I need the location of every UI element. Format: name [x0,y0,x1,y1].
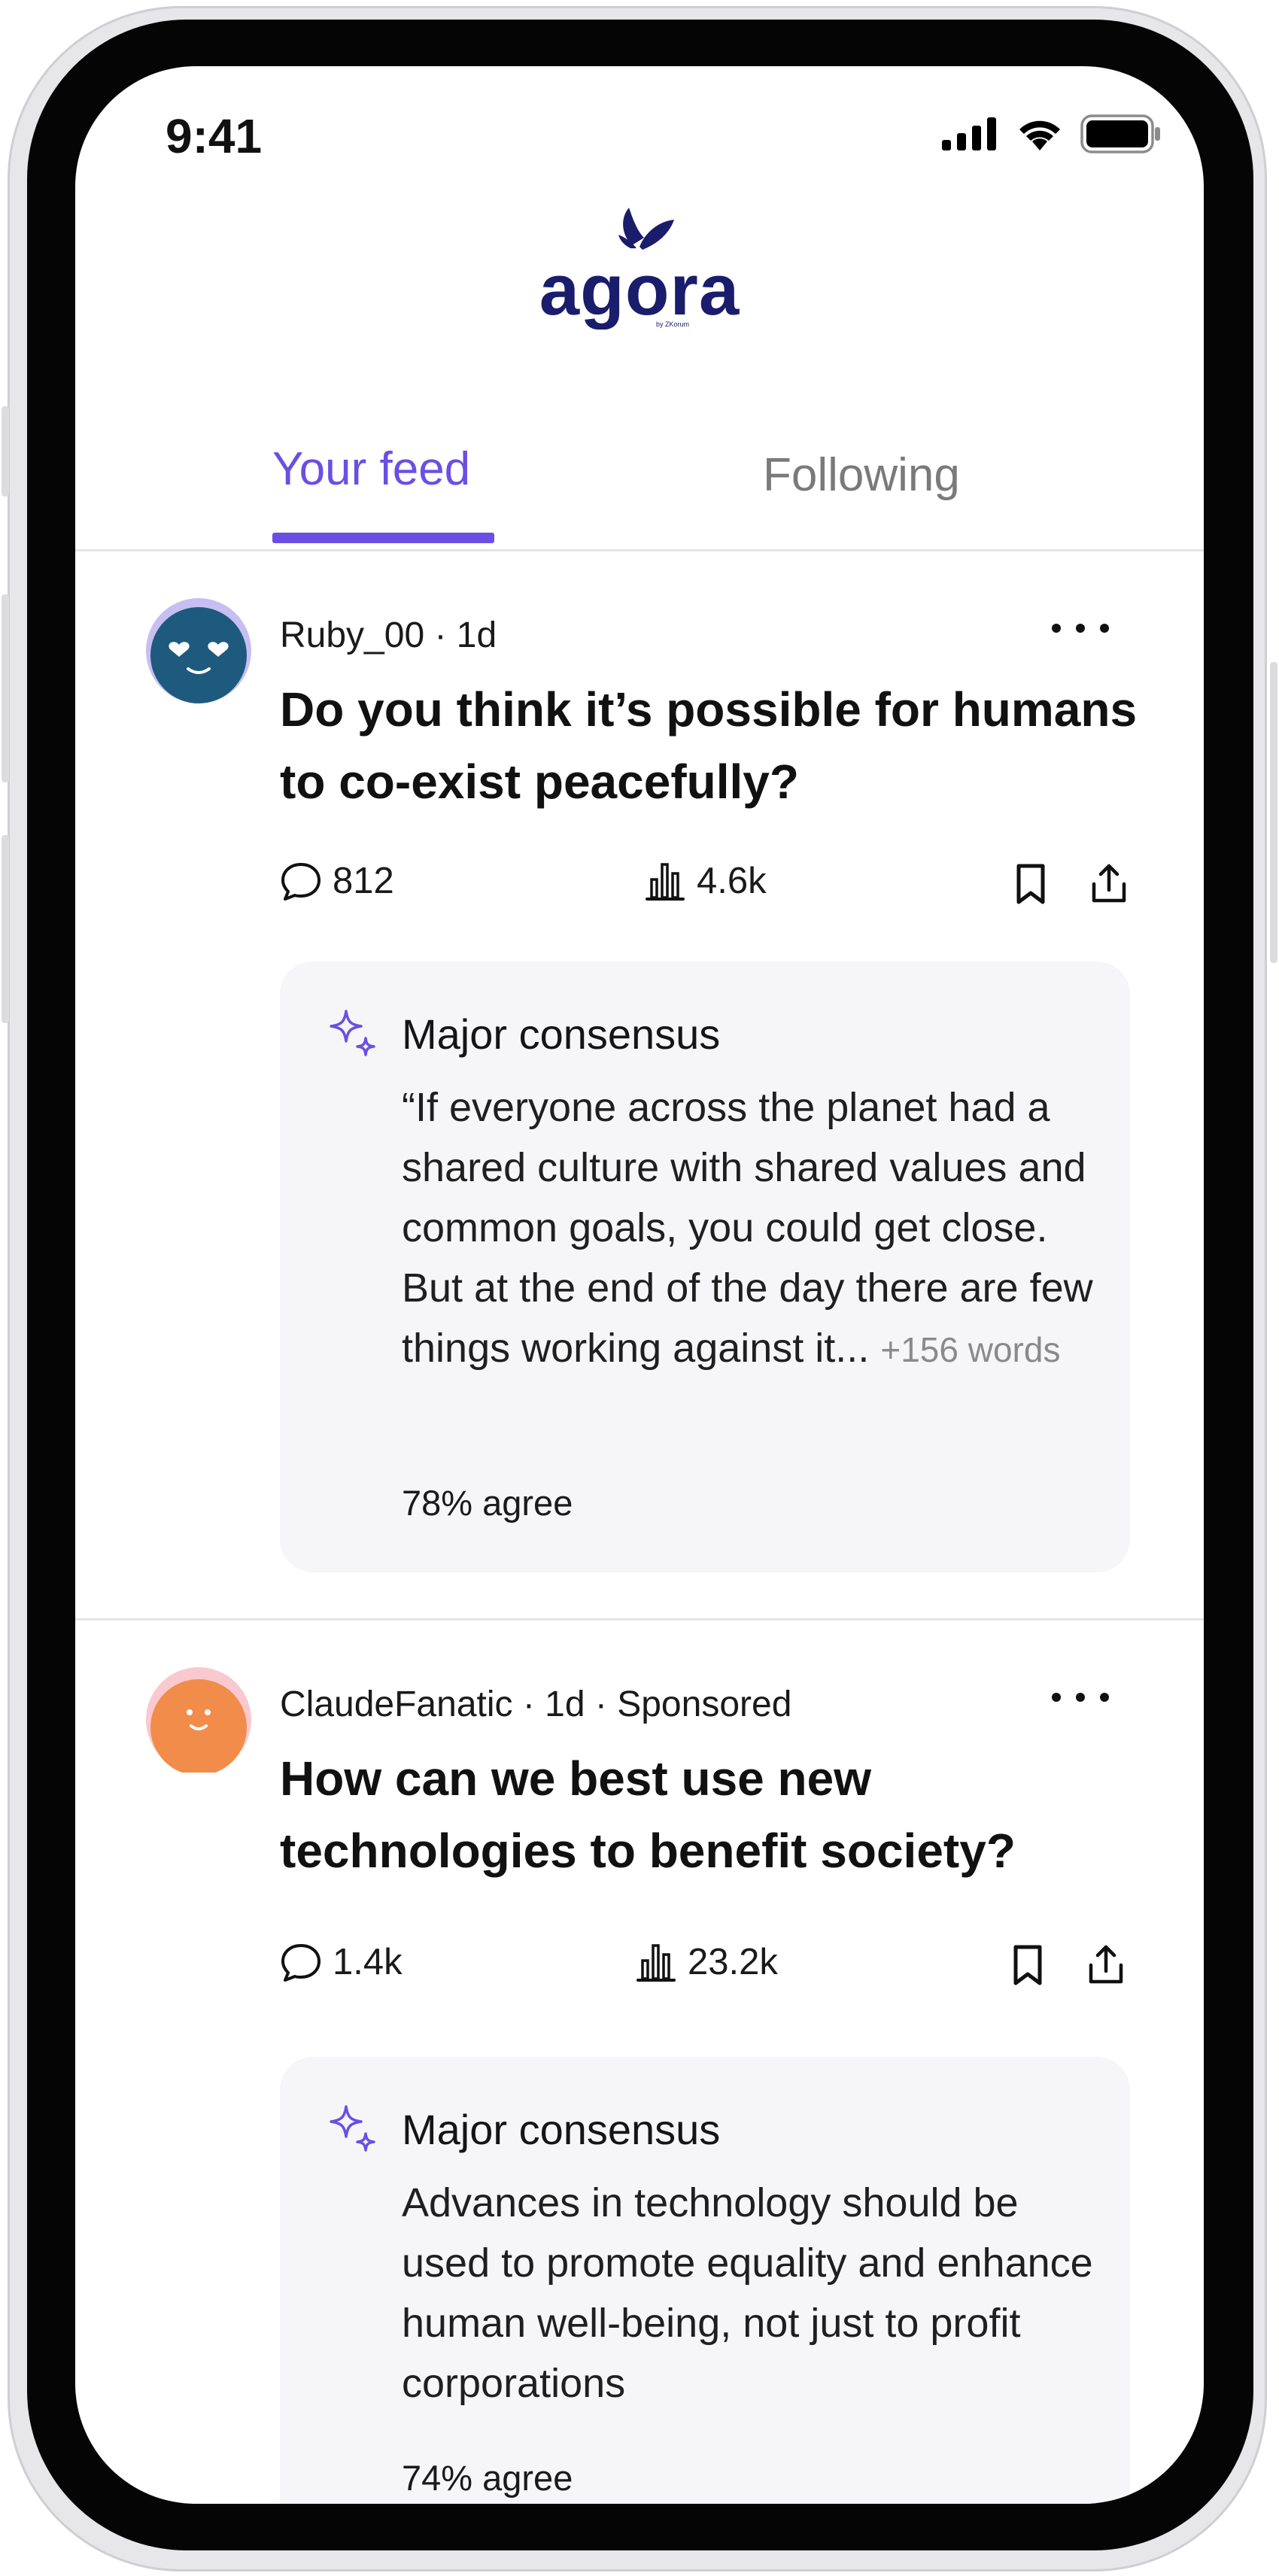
logo-byline: by ZKorum [656,320,689,328]
post-card[interactable]: Ruby_00 · 1d Do you think it’s possible … [75,551,1204,1621]
wifi-icon [1019,120,1060,150]
share-icon[interactable] [1086,861,1132,907]
comments-stat[interactable]: 1.4k [280,1941,403,1983]
status-icons [942,114,1162,153]
bookmark-icon[interactable] [1005,1943,1050,1988]
comment-icon [281,863,321,901]
post-meta: ClaudeFanatic · 1d · Sponsored [280,1684,792,1724]
consensus-title: Major consensus [402,1010,721,1058]
phone-volume-up-button [2,594,9,782]
logo-text: agora [539,250,740,330]
agree-percentage: 78% agree [402,1483,573,1523]
phone-volume-down-button [2,835,9,1023]
active-tab-indicator [272,533,494,543]
more-words-link[interactable]: +156 words [880,1330,1060,1369]
heart-eyes-avatar-icon[interactable] [146,598,251,703]
post-card[interactable]: ClaudeFanatic · 1d · Sponsored How can w… [75,1621,1204,2504]
views-stat: 4.6k [644,860,767,902]
post-meta: Ruby_00 · 1d [280,615,497,655]
bookmark-icon[interactable] [1008,861,1053,907]
comments-count: 1.4k [333,1942,403,1982]
post-question[interactable]: How can we best use new technologies to … [280,1742,1153,1887]
tab-following[interactable]: Following [763,448,960,502]
consensus-quote-text: “If everyone across the planet had a sha… [402,1085,1093,1371]
comments-count: 812 [333,861,394,901]
more-options-icon[interactable] [1049,1682,1112,1712]
share-icon[interactable] [1083,1943,1129,1988]
bar-chart-icon [636,1944,676,1982]
comment-icon [281,1944,321,1982]
tab-your-feed[interactable]: Your feed [272,442,470,496]
consensus-title: Major consensus [402,2106,721,2153]
consensus-quote: Advances in technology should be used to… [402,2180,1093,2406]
consensus-card[interactable]: Major consensus Advances in technology s… [280,2057,1130,2504]
agora-logo: agora by ZKorum [539,208,740,330]
feed-tabs: Your feed Following [75,420,1204,551]
bar-chart-icon [646,863,685,901]
post-question[interactable]: Do you think it’s possible for humans to… [280,673,1153,818]
phone-action-button [2,406,9,497]
cellular-signal-icon [942,117,996,150]
sparkle-icon [330,1010,375,1056]
consensus-card[interactable]: Major consensus “If everyone across the … [280,961,1130,1572]
screen: 9:41 agora by ZKorum Your feed Following [75,66,1204,2504]
views-count: 4.6k [697,861,767,901]
agree-percentage: 74% agree [402,2458,573,2498]
smiley-avatar-icon[interactable] [146,1667,251,1773]
views-count: 23.2k [688,1942,778,1982]
consensus-quote: “If everyone across the planet had a sha… [402,1077,1094,1380]
status-time: 9:41 [166,109,263,163]
comments-stat[interactable]: 812 [280,860,394,902]
sparkle-icon [330,2105,375,2152]
phone-power-button [1270,662,1277,963]
views-stat: 23.2k [635,1941,778,1983]
more-options-icon[interactable] [1049,613,1112,643]
battery-icon [1080,114,1160,153]
